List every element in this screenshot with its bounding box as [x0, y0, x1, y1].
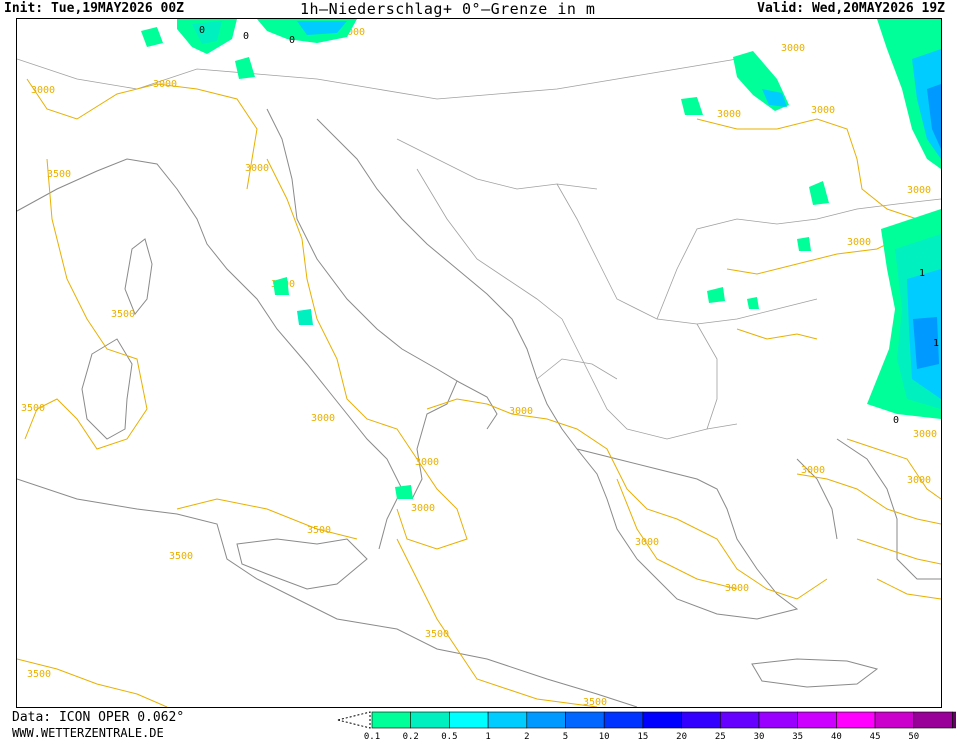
legend-swatch: [913, 711, 953, 729]
data-source-label: Data: ICON OPER 0.062°: [12, 710, 185, 725]
precip-label: 1: [933, 338, 939, 349]
contour-label: 3000: [411, 503, 435, 514]
precip-label: 0: [199, 25, 205, 36]
contour-label: 3000: [907, 475, 931, 486]
precip-legend: 0.1 0.2 0.5 1 2 5 10 15 20 25 30 35 40 45 50: [336, 711, 959, 742]
legend-label: 0.5: [441, 732, 457, 741]
precip-label: 0: [289, 35, 295, 46]
legend-label: 30: [754, 732, 765, 741]
legend-label: 1: [485, 732, 490, 741]
legend-label: 35: [792, 732, 803, 741]
contour-label: 3500: [307, 525, 331, 536]
legend-swatch: [797, 711, 837, 729]
legend-swatch: [874, 711, 915, 729]
legend-label: 2: [524, 732, 529, 741]
contour-label: 3000: [635, 537, 659, 548]
legend-swatch: [836, 711, 876, 729]
contour-label: 3000: [153, 79, 177, 90]
contour-label: 3000: [311, 413, 335, 424]
website-label[interactable]: WWW.WETTERZENTRALE.DE: [12, 726, 164, 740]
legend-swatch: [371, 711, 412, 729]
contour-label: 3000: [781, 43, 805, 54]
contour-label: 3000: [907, 185, 931, 196]
legend-swatch: [410, 711, 450, 729]
valid-time-label: Valid: Wed,20MAY2026 19Z: [757, 1, 945, 16]
legend-swatch: [719, 711, 760, 729]
contour-label: 3500: [583, 697, 607, 707]
contour-label: 3000: [725, 583, 749, 594]
legend-label: 40: [831, 732, 842, 741]
precip-label: 0: [893, 415, 899, 426]
contour-label: 3000: [31, 85, 55, 96]
legend-label: 10: [599, 732, 610, 741]
contour-label: 3000: [415, 457, 439, 468]
legend-label: 20: [676, 732, 687, 741]
contour-label: 3500: [27, 669, 51, 680]
legend-swatch: [526, 711, 566, 729]
legend-label: 50: [908, 732, 919, 741]
legend-swatch: [449, 711, 489, 729]
precip-label: 1: [919, 268, 925, 279]
weather-map[interactable]: 3000 3000 3000 3500 3500 3500 3000 3000 …: [16, 18, 942, 708]
map-title: 1h–Niederschlag+ 0°–Grenze in m: [300, 0, 596, 18]
legend-label: 15: [637, 732, 648, 741]
legend-label: 25: [715, 732, 726, 741]
contour-label: 3500: [169, 551, 193, 562]
legend-swatch: [487, 711, 528, 729]
contour-label: 3500: [47, 169, 71, 180]
precipitation-layer: [141, 19, 941, 499]
contour-label: 3000: [245, 163, 269, 174]
legend-swatch: [758, 711, 799, 729]
contour-label: 3000: [801, 465, 825, 476]
legend-swatch: [642, 711, 682, 729]
legend-swatch: [681, 711, 721, 729]
legend-label: 0.1: [364, 732, 380, 741]
legend-label: 45: [870, 732, 881, 741]
contour-label: 3000: [717, 109, 741, 120]
legend-lower-arrow: [337, 711, 371, 729]
contour-label: 3500: [111, 309, 135, 320]
legend-swatch: [565, 711, 605, 729]
legend-swatch: [603, 711, 644, 729]
contour-label: 3500: [425, 629, 449, 640]
contour-label: 3000: [913, 429, 937, 440]
init-time-label: Init: Tue,19MAY2026 00Z: [4, 1, 185, 16]
contour-label: 3000: [847, 237, 871, 248]
precip-label: 0: [243, 31, 249, 42]
legend-label: 5: [563, 732, 568, 741]
contour-label: 3000: [811, 105, 835, 116]
contour-label-layer: 3000 3000 3000 3500 3500 3500 3000 3000 …: [21, 27, 937, 707]
legend-color-bar: [337, 711, 959, 729]
legend-swatch: [952, 711, 959, 729]
coastline-layer: [17, 108, 941, 707]
legend-label: 0.2: [403, 732, 419, 741]
contour-label: 3500: [21, 403, 45, 414]
legend-labels: 0.1 0.2 0.5 1 2 5 10 15 20 25 30 35 40 45 50: [364, 732, 919, 742]
contour-label: 3000: [509, 406, 533, 417]
precip-label-layer: 0 0 0 1 1 0: [199, 25, 939, 426]
